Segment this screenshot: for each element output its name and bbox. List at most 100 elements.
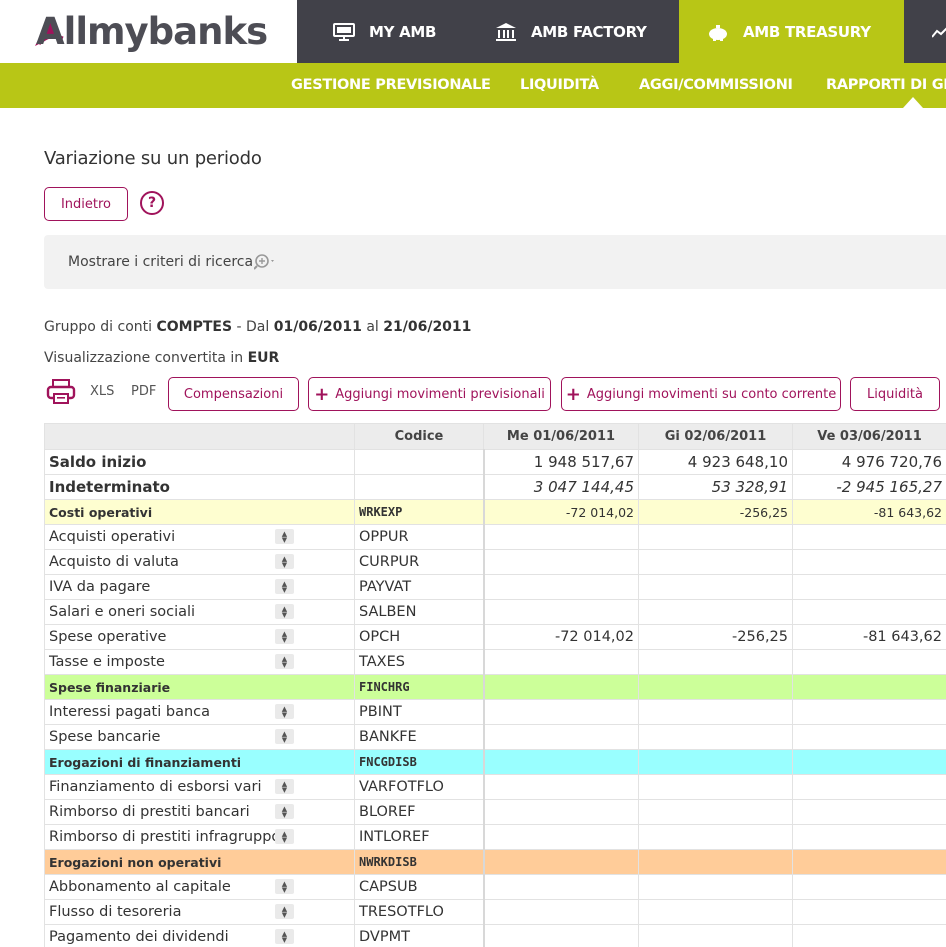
sort-arrows-icon[interactable]: ▲ ▼ [275, 554, 294, 569]
table-row[interactable]: Abbonamento al capitale ▲ ▼ CAPSUB [44, 874, 946, 900]
subnav-aggi-commissioni[interactable]: AGGI/COMMISSIONI [639, 63, 793, 108]
row-label-cell: Rimborso di prestiti infragruppo ▲ ▼ [44, 824, 355, 850]
liquidity-button[interactable]: Liquidità [850, 377, 940, 411]
add-forecast-movements-button[interactable]: + Aggiungi movimenti previsionali [308, 377, 551, 411]
sort-arrows-icon[interactable]: ▲ ▼ [275, 654, 294, 669]
sort-arrows-icon[interactable]: ▲ ▼ [275, 879, 294, 894]
amount-cell [483, 574, 639, 600]
nav-my-amb[interactable]: MY AMB [297, 0, 483, 63]
amount-cell [792, 899, 946, 925]
subnav-gestione-previsionale[interactable]: GESTIONE PREVISIONALE [291, 63, 491, 108]
main-nav: MY AMB AMB FACTORY AMB TREASURY [297, 0, 946, 63]
row-label: Pagamento dei dividendi [49, 929, 229, 945]
amount-cell [792, 699, 946, 725]
sort-arrows-icon[interactable]: ▲ ▼ [275, 804, 294, 819]
table-row[interactable]: Spese bancarie ▲ ▼ BANKFE [44, 724, 946, 750]
sort-arrows-icon[interactable]: ▲ ▼ [275, 729, 294, 744]
amount-cell: -81 643,62 [792, 624, 946, 650]
amount-cell [638, 799, 793, 825]
amount-cell [638, 549, 793, 575]
row-label: Spese finanziarie [49, 679, 171, 695]
date-column-header[interactable]: Me 01/06/2011 [483, 423, 639, 450]
amount-cell [483, 824, 639, 850]
sort-arrows-icon[interactable]: ▲ ▼ [275, 529, 294, 544]
sort-arrows-icon[interactable]: ▲ ▼ [275, 579, 294, 594]
table-row[interactable]: Rimborso di prestiti bancari ▲ ▼ BLOREF [44, 799, 946, 825]
amount-cell: -256,25 [638, 624, 793, 650]
compensate-button[interactable]: Compensazioni [168, 377, 299, 411]
back-button[interactable]: Indietro [44, 187, 128, 221]
to-prefix: al [366, 319, 379, 335]
subnav-liquidita[interactable]: LIQUIDITÀ [520, 63, 599, 108]
sort-arrows-icon[interactable]: ▲ ▼ [275, 704, 294, 719]
row-label-cell: Interessi pagati banca ▲ ▼ [44, 699, 355, 725]
period-variation-table: Codice Me 01/06/2011 Gi 02/06/2011 Ve 03… [44, 423, 946, 947]
row-label: Tasse e imposte [49, 654, 165, 670]
export-xls-link[interactable]: XLS [90, 384, 114, 399]
subnav-rapporti[interactable]: RAPPORTI DI GES [826, 63, 946, 108]
printer-icon[interactable] [46, 379, 76, 409]
table-row[interactable]: IVA da pagare ▲ ▼ PAYVAT [44, 574, 946, 600]
table-row[interactable]: Acquisto di valuta ▲ ▼ CURPUR [44, 549, 946, 575]
export-pdf-link[interactable]: PDF [131, 384, 156, 399]
table-row[interactable]: Salari e oneri sociali ▲ ▼ SALBEN [44, 599, 946, 625]
table-row[interactable]: Pagamento dei dividendi ▲ ▼ DVPMT [44, 924, 946, 947]
row-code: FNCGDISB [354, 749, 485, 775]
amount-cell [638, 674, 793, 700]
show-criteria-link[interactable]: Mostrare i criteri di ricerca [68, 254, 253, 270]
from-prefix: - Dal [236, 319, 270, 335]
amount-cell: -72 014,02 [483, 624, 639, 650]
bank-icon [495, 22, 517, 42]
table-header-row: Codice Me 01/06/2011 Gi 02/06/2011 Ve 03… [44, 423, 946, 450]
amount-cell [638, 724, 793, 750]
amount-cell [483, 774, 639, 800]
table-row[interactable]: Interessi pagati banca ▲ ▼ PBINT [44, 699, 946, 725]
sort-arrows-icon[interactable]: ▲ ▼ [275, 829, 294, 844]
code-column-header[interactable]: Codice [354, 423, 484, 450]
nav-amb-factory[interactable]: AMB FACTORY [483, 0, 679, 63]
table-row[interactable]: Tasse e imposte ▲ ▼ TAXES [44, 649, 946, 675]
help-icon[interactable]: ? [140, 191, 164, 215]
amount-cell [792, 924, 946, 947]
page-title: Variazione su un periodo [44, 148, 262, 169]
sort-arrows-icon[interactable]: ▲ ▼ [275, 629, 294, 644]
amount-cell [638, 524, 793, 550]
table-row[interactable]: Rimborso di prestiti infragruppo ▲ ▼ INTLOR… [44, 824, 946, 850]
sort-arrows-icon[interactable]: ▲ ▼ [275, 929, 294, 944]
amount-cell [483, 599, 639, 625]
table-group-row: Erogazioni non operativi NWRKDISB [44, 849, 946, 875]
currency-info: Visualizzazione convertita in EUR [44, 350, 279, 366]
row-code: VARFOTFLO [354, 774, 485, 800]
sort-arrows-icon[interactable]: ▲ ▼ [275, 779, 294, 794]
row-label-cell: Indeterminato [44, 474, 355, 500]
date-column-header[interactable]: Gi 02/06/2011 [638, 423, 793, 450]
search-zoom-icon[interactable] [253, 253, 278, 275]
row-code: OPPUR [354, 524, 485, 550]
amount-cell [792, 799, 946, 825]
row-label: Erogazioni di finanziamenti [49, 754, 242, 770]
row-code: BANKFE [354, 724, 485, 750]
table-row[interactable]: Flusso di tesoreria ▲ ▼ TRESOTFLO [44, 899, 946, 925]
amount-cell [792, 599, 946, 625]
date-column-header[interactable]: Ve 03/06/2011 [792, 423, 946, 450]
nav-amb-treasury[interactable]: AMB TREASURY [679, 0, 904, 63]
row-label: Interessi pagati banca [49, 704, 211, 720]
table-row[interactable]: Finanziamento di esborsi vari ▲ ▼ VARFOTFLO [44, 774, 946, 800]
sort-arrows-icon[interactable]: ▲ ▼ [275, 604, 294, 619]
row-code: CURPUR [354, 549, 485, 575]
row-label-cell: IVA da pagare ▲ ▼ [44, 574, 355, 600]
table-row[interactable]: Spese operative ▲ ▼ OPCH -72 014,02 -256,25 -8… [44, 624, 946, 650]
row-label: Spese operative [49, 629, 167, 645]
amount-cell [638, 899, 793, 925]
table-row[interactable]: Acquisti operativi ▲ ▼ OPPUR [44, 524, 946, 550]
sort-arrows-icon[interactable]: ▲ ▼ [275, 904, 294, 919]
amount-cell [638, 649, 793, 675]
nav-reports[interactable] [904, 0, 946, 63]
add-current-account-movements-button[interactable]: + Aggiungi movimenti su conto corrente [561, 377, 841, 411]
row-label-cell: Pagamento dei dividendi ▲ ▼ [44, 924, 355, 947]
amount-cell [483, 749, 639, 775]
logo-area[interactable]: Allmybanks [0, 0, 297, 63]
amount-cell [483, 799, 639, 825]
group-prefix: Gruppo di conti [44, 319, 153, 335]
table-row: Indeterminato 3 047 144,45 53 328,91 -2 945… [44, 474, 946, 500]
